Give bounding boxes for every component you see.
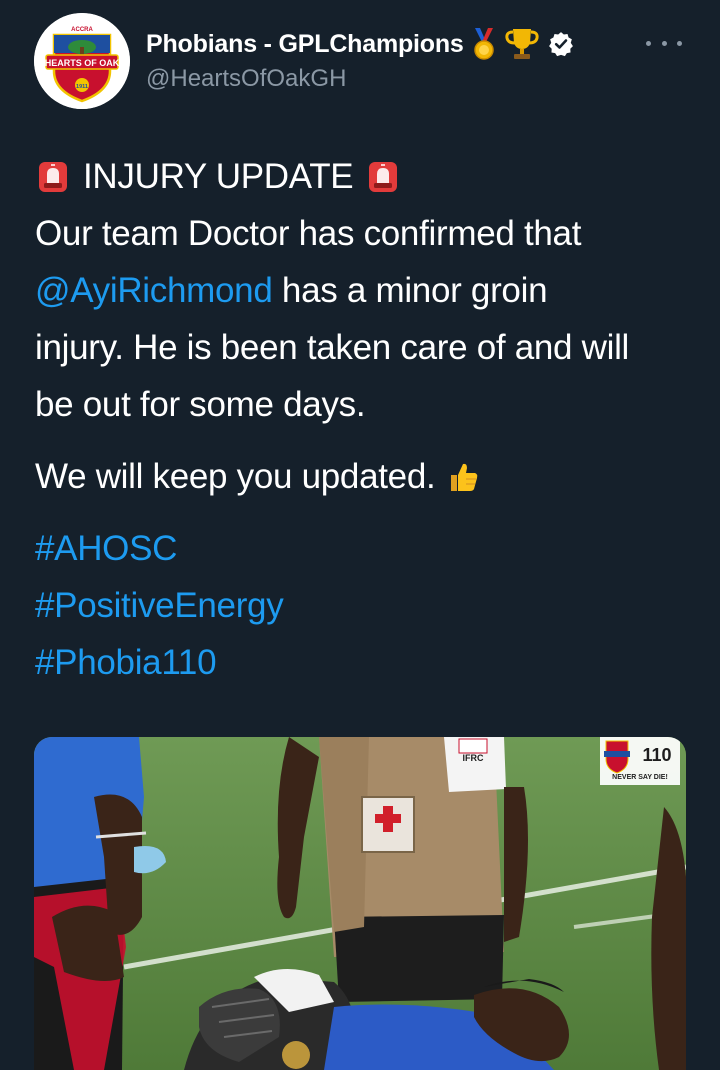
watermark-number: 110: [642, 745, 671, 765]
avatar-year: 1911: [76, 84, 88, 90]
tweet-header: HEARTS OF OAK ACCRA 1911 Phobians - GPLC…: [34, 13, 694, 113]
body-line-rest: has a minor groin: [272, 271, 548, 310]
user-handle[interactable]: @HeartsOfOakGH: [146, 65, 346, 93]
avatar-city: ACCRA: [71, 27, 93, 33]
more-dot: [661, 40, 667, 46]
verified-icon[interactable]: [548, 31, 574, 57]
tweet-media-photo[interactable]: IFRC 110 NEVER SAY DIE!: [34, 737, 686, 1070]
display-name[interactable]: Phobians - GPLChampions: [146, 30, 464, 59]
hashtag-link[interactable]: #PositiveEnergy: [35, 577, 695, 634]
police-light-icon: [35, 159, 71, 195]
body-line: Our team Doctor has confirmed that: [35, 214, 582, 253]
watermark-tagline: NEVER SAY DIE!: [612, 774, 668, 781]
tweet-text: INJURY UPDATE Our team Doctor has confir…: [35, 148, 695, 691]
body-line: be out for some days.: [35, 385, 366, 424]
hashtag-link[interactable]: #Phobia110: [35, 634, 695, 691]
hashtag-link[interactable]: #AHOSC: [35, 520, 695, 577]
body-line: @AyiRichmond has a minor groin: [35, 262, 695, 319]
avatar[interactable]: HEARTS OF OAK ACCRA 1911: [34, 13, 130, 109]
update-text: We will keep you updated.: [35, 457, 436, 496]
headline-text: INJURY UPDATE: [83, 157, 354, 196]
more-dot: [677, 40, 682, 46]
headline-line: INJURY UPDATE: [35, 148, 695, 205]
vest-label: IFRC: [463, 753, 484, 763]
police-light-icon: [365, 159, 401, 195]
trophy-icon: [504, 27, 540, 61]
body-line: injury. He is been taken care of and wil…: [35, 328, 630, 367]
thumbs-up-icon: [445, 459, 481, 495]
update-line: We will keep you updated.: [35, 448, 695, 505]
medal-icon: [472, 28, 496, 60]
avatar-wordmark: HEARTS OF OAK: [45, 58, 120, 68]
mention-link[interactable]: @AyiRichmond: [35, 262, 273, 319]
user-name-row[interactable]: Phobians - GPLChampions: [146, 27, 574, 61]
more-dot: [646, 40, 651, 46]
more-icon[interactable]: [646, 33, 682, 53]
